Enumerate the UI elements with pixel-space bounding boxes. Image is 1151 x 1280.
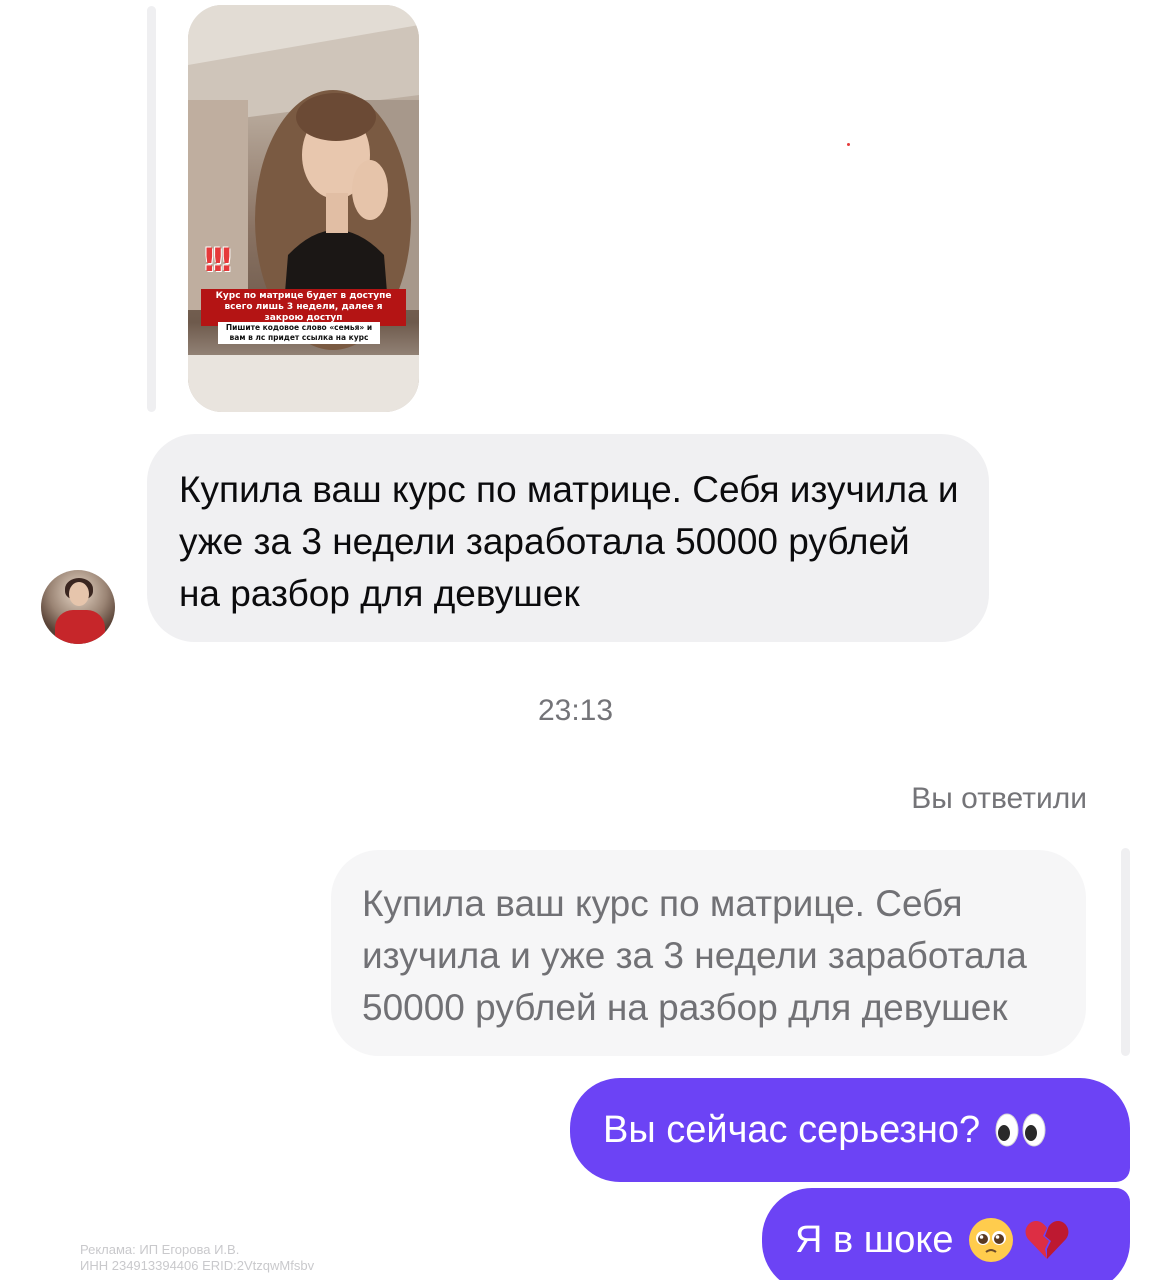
story-caption-white: Пишите кодовое слово «семья» и вам в лс …	[218, 322, 380, 344]
reply-label: Вы ответили	[911, 782, 1087, 815]
quote-indicator	[1121, 848, 1130, 1056]
ad-disclosure-line-2: ИНН 234913394406 ERID:2VtzqwMfsbv	[80, 1258, 315, 1273]
ad-disclosure-line-1: Реклама: ИП Егорова И.В.	[80, 1242, 240, 1257]
ad-disclosure: Реклама: ИП Егорова И.В. ИНН 23491339440…	[80, 1242, 314, 1274]
story-reply-indicator	[147, 6, 156, 412]
story-preview[interactable]: !!! Курс по матрице будет в доступе всег…	[188, 5, 419, 412]
avatar-face	[69, 582, 89, 606]
incoming-message-text: Купила ваш курс по матрице. Себя изучила…	[179, 469, 959, 614]
quoted-message[interactable]: Купила ваш курс по матрице. Себя изучила…	[331, 850, 1086, 1056]
exclamation-sticker: !!!	[202, 241, 234, 279]
outgoing-message-2[interactable]: Я в шоке	[762, 1188, 1130, 1280]
dm-thread: !!! Курс по матрице будет в доступе всег…	[0, 0, 1151, 1280]
eyes-emoji-icon	[995, 1113, 1046, 1147]
outgoing-message-1-text: Вы сейчас серьезно?	[603, 1109, 981, 1151]
avatar-shirt	[55, 610, 105, 644]
pleading-face-emoji-icon	[968, 1218, 1013, 1262]
outgoing-message-2-text: Я в шоке	[795, 1219, 954, 1261]
avatar[interactable]	[41, 570, 115, 644]
message-timestamp: 23:13	[537, 694, 614, 727]
incoming-message[interactable]: Купила ваш курс по матрице. Себя изучила…	[147, 434, 989, 642]
story-caption-red: Курс по матрице будет в доступе всего ли…	[201, 289, 406, 326]
decorative-dot	[847, 143, 850, 146]
outgoing-message-1[interactable]: Вы сейчас серьезно?	[570, 1078, 1130, 1182]
quoted-message-text: Купила ваш курс по матрице. Себя изучила…	[362, 883, 1027, 1028]
story-photo	[188, 5, 419, 412]
broken-heart-emoji-icon	[1025, 1221, 1068, 1259]
